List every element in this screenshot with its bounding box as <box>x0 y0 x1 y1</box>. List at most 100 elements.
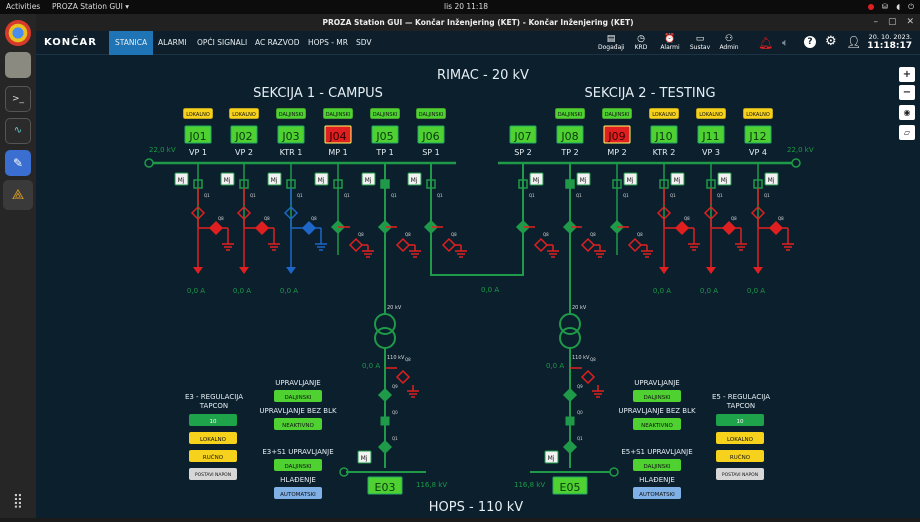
hv-breaker-q0[interactable] <box>565 416 575 426</box>
earth-switch-q8[interactable] <box>395 237 411 253</box>
right-control-panel: E5 - REGULACIJA TAPCON UPRAVLJANJE UPRAVL… <box>618 379 770 499</box>
close-icon[interactable]: ✕ <box>906 14 914 31</box>
right-upr-button[interactable]: DALJINSKI <box>643 395 670 401</box>
mj-label: Mj <box>548 455 555 462</box>
feeder-id: J07 <box>513 130 531 143</box>
proza-app-icon[interactable]: ⟁ <box>3 180 33 210</box>
station-title: RIMAC - 20 kV <box>437 68 529 83</box>
feeder-name: VP 2 <box>235 148 253 157</box>
earth-switch-q8[interactable] <box>301 220 317 236</box>
mode-label: LOKALNO <box>186 112 210 118</box>
right-lokalno-button[interactable]: LOKALNO <box>727 437 754 443</box>
earth-switch-q8[interactable] <box>533 237 549 253</box>
hv-earth-switch-q8[interactable] <box>395 369 411 385</box>
app-menu[interactable]: PROZA Station GUI ▾ <box>52 0 129 14</box>
hv-title: HOPS - 110 kV <box>429 500 524 515</box>
left-rucno-button[interactable]: RUČNO <box>203 454 224 461</box>
earth-switch-q8[interactable] <box>768 220 784 236</box>
app-grid-icon[interactable]: ⣿ <box>5 488 31 514</box>
system-tray[interactable]: ⛁ ◖ ⏻ <box>867 0 914 14</box>
hv-disconnector-q1[interactable] <box>377 439 393 455</box>
left-tapcon-value[interactable]: 10 <box>210 419 217 425</box>
ground-symbol-left <box>144 158 154 168</box>
alarm-bell-icon[interactable]: 🔔︎ <box>758 36 773 50</box>
tab-alarmi[interactable]: ALARMI <box>152 31 193 55</box>
hv-earth-switch-q8[interactable] <box>580 369 596 385</box>
chrome-icon[interactable] <box>5 20 31 46</box>
text-editor-icon[interactable]: ✎ <box>5 150 31 176</box>
nav-sustav[interactable]: ▭ Sustav <box>687 34 713 51</box>
system-monitor-icon[interactable]: ∿ <box>5 118 31 144</box>
q1-label: Q1 <box>670 193 676 198</box>
earth-switch-q8[interactable] <box>441 237 457 253</box>
speaker-icon[interactable]: 🔈︎ <box>782 36 789 50</box>
nav-dogadaji[interactable]: ▤ Događaji <box>598 34 625 51</box>
earth-switch-q8[interactable] <box>627 237 643 253</box>
earth-switch-q8[interactable] <box>208 220 224 236</box>
left-s1-button[interactable]: DALJINSKI <box>284 464 311 470</box>
help-icon[interactable]: ? <box>804 36 816 48</box>
earth-switch-q8[interactable] <box>348 237 364 253</box>
mode-label: DALJINSKI <box>558 112 583 118</box>
hv-disconnector-q1[interactable] <box>562 439 578 455</box>
system-clock[interactable]: lis 20 11:18 <box>444 0 488 14</box>
nav-admin[interactable]: ⚇ Admin <box>716 34 742 51</box>
zoom-out-button[interactable]: − <box>899 85 915 100</box>
center-view-icon[interactable]: ◉ <box>899 105 915 120</box>
mode-label: DALJINSKI <box>279 112 304 118</box>
zoom-in-button[interactable]: + <box>899 67 915 82</box>
q1-label: Q1 <box>250 193 256 198</box>
earth-switch-q8[interactable] <box>721 220 737 236</box>
feeder-current: 0,0 A <box>280 287 298 295</box>
left-blk-button[interactable]: NEAKTIVNO <box>282 423 314 429</box>
right-tapcon-title: E5 - REGULACIJA TAPCON <box>712 393 770 410</box>
feeder-id: J09 <box>607 130 625 143</box>
note-icon[interactable]: ▱ <box>899 125 915 140</box>
feeder-current: 0,0 A <box>187 287 205 295</box>
volume-icon: ◖ <box>896 2 901 11</box>
tab-hops-mr[interactable]: HOPS - MR <box>302 31 354 55</box>
left-postavi-napon-button[interactable]: POSTAVI NAPON <box>195 472 231 478</box>
activities-button[interactable]: Activities <box>6 0 40 14</box>
minimize-icon[interactable]: – <box>873 14 878 31</box>
feeder-j02: LOKALNO J02 VP 2 Mj Q1 Q8 0,0 A <box>220 107 280 295</box>
feeder-id: J08 <box>560 130 578 143</box>
network-icon: ⛁ <box>881 2 889 11</box>
hv-disconnector-q9[interactable] <box>377 387 393 403</box>
feeder-current: 0,0 A <box>653 287 671 295</box>
tab-ac-razvod[interactable]: AC RAZVOD <box>249 31 305 55</box>
left-upr-button[interactable]: DALJINSKI <box>284 395 311 401</box>
files-icon[interactable] <box>5 52 31 78</box>
left-lokalno-button[interactable]: LOKALNO <box>200 437 227 443</box>
left-hl-button[interactable]: AUTOMATSKI <box>280 492 316 498</box>
q8-label: Q8 <box>405 232 411 237</box>
maximize-icon[interactable]: ▢ <box>888 14 897 31</box>
q0-label: Q0 <box>392 410 398 415</box>
nav-alarmi[interactable]: ⏰ Alarmi <box>657 34 683 51</box>
tab-opci-signali[interactable]: OPĆI SIGNALI <box>191 31 253 55</box>
feeder-name: KTR 2 <box>653 148 676 157</box>
right-tapcon-value[interactable]: 10 <box>737 419 744 425</box>
feeder-name: KTR 1 <box>280 148 303 157</box>
tab-stanica[interactable]: STANICA <box>109 31 154 55</box>
earth-switch-q8[interactable] <box>580 237 596 253</box>
hv-breaker-q0[interactable] <box>380 416 390 426</box>
earth-switch-q8[interactable] <box>674 220 690 236</box>
feeder-current: 0,0 A <box>233 287 251 295</box>
terminal-icon[interactable]: >_ <box>5 86 31 112</box>
nav-admin-label: Admin <box>719 44 739 51</box>
earth-switch-q8[interactable] <box>254 220 270 236</box>
q1-label: Q1 <box>344 193 350 198</box>
right-postavi-napon-button[interactable]: POSTAVI NAPON <box>722 472 758 478</box>
right-s1-button[interactable]: DALJINSKI <box>643 464 670 470</box>
hv-disconnector-q9[interactable] <box>562 387 578 403</box>
power-icon: ⏻ <box>908 2 914 11</box>
account-icon[interactable]: 👤︎ <box>846 35 861 49</box>
settings-gear-icon[interactable]: ⚙ <box>825 34 837 49</box>
tab-sdv[interactable]: SDV <box>350 31 378 55</box>
right-blk-button[interactable]: NEAKTIVNO <box>641 423 673 429</box>
right-rucno-button[interactable]: RUČNO <box>730 454 751 461</box>
right-s1-label: E5+S1 UPRAVLJANJE <box>621 448 692 456</box>
right-hl-button[interactable]: AUTOMATSKI <box>639 492 675 498</box>
nav-krd[interactable]: ◷ KRD <box>628 34 654 51</box>
